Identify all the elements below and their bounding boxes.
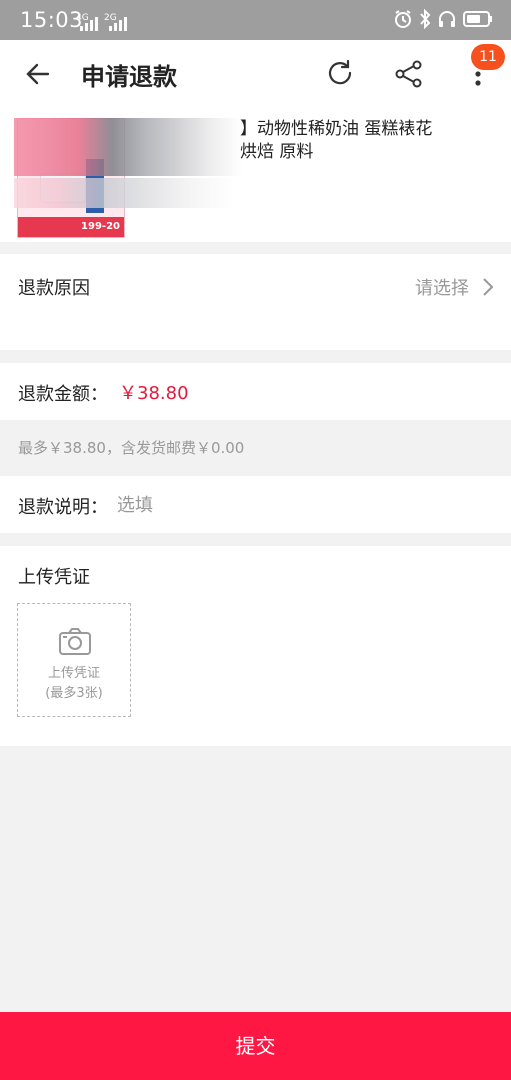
refund-description-input[interactable] [117, 489, 487, 521]
upload-proof-label: 上传凭证 [18, 567, 90, 588]
blurred-region [14, 178, 234, 208]
signal-bars-1-icon [80, 15, 98, 31]
signal-bars-2-icon [109, 15, 127, 31]
upload-box-label: 上传凭证 [47, 666, 100, 681]
bluetooth-icon [420, 9, 431, 29]
refund-reason-row[interactable]: 退款原因 请选择 [0, 254, 511, 350]
alarm-icon [395, 10, 411, 28]
app-header: 申请退款 11 [0, 40, 511, 108]
refresh-icon[interactable] [324, 58, 356, 90]
thumb-promo-price: 199-20 [81, 221, 120, 232]
chevron-right-icon [483, 278, 494, 296]
upload-box-limit: (最多3张) [45, 686, 103, 701]
refund-description-label: 退款说明： [18, 497, 108, 518]
status-icons [393, 9, 493, 29]
blurred-region [14, 118, 242, 176]
status-time: 15:03 [20, 8, 84, 32]
refund-amount-row: 退款金额： ￥38.80 [0, 363, 511, 420]
refund-reason-select[interactable]: 请选择 [415, 274, 469, 300]
page-title: 申请退款 [81, 63, 177, 91]
back-arrow-icon[interactable] [22, 58, 54, 90]
share-icon[interactable] [393, 58, 425, 90]
refund-reason-label: 退款原因 [18, 278, 90, 299]
notification-badge: 11 [471, 44, 505, 70]
refund-max-hint: 最多￥38.80，含发货邮费￥0.00 [18, 439, 245, 457]
product-card[interactable]: 199-20 】动物性稀奶油 蛋糕裱花 烘焙 原料 [0, 108, 511, 242]
submit-button[interactable]: 提交 [0, 1012, 511, 1080]
upload-proof-section: 上传凭证 上传凭证 (最多3张) [0, 546, 511, 746]
headphones-icon [439, 11, 455, 27]
refund-amount-label: 退款金额： [18, 384, 108, 405]
camera-icon [59, 628, 91, 655]
refund-amount-value[interactable]: ￥38.80 [119, 379, 189, 405]
refund-description-row: 退款说明： [0, 476, 511, 533]
status-bar: 15:03 4G 2G [0, 0, 511, 40]
upload-proof-button[interactable]: 上传凭证 (最多3张) [17, 603, 131, 717]
product-title: 】动物性稀奶油 蛋糕裱花 烘焙 原料 [240, 119, 433, 162]
battery-icon [463, 11, 492, 27]
